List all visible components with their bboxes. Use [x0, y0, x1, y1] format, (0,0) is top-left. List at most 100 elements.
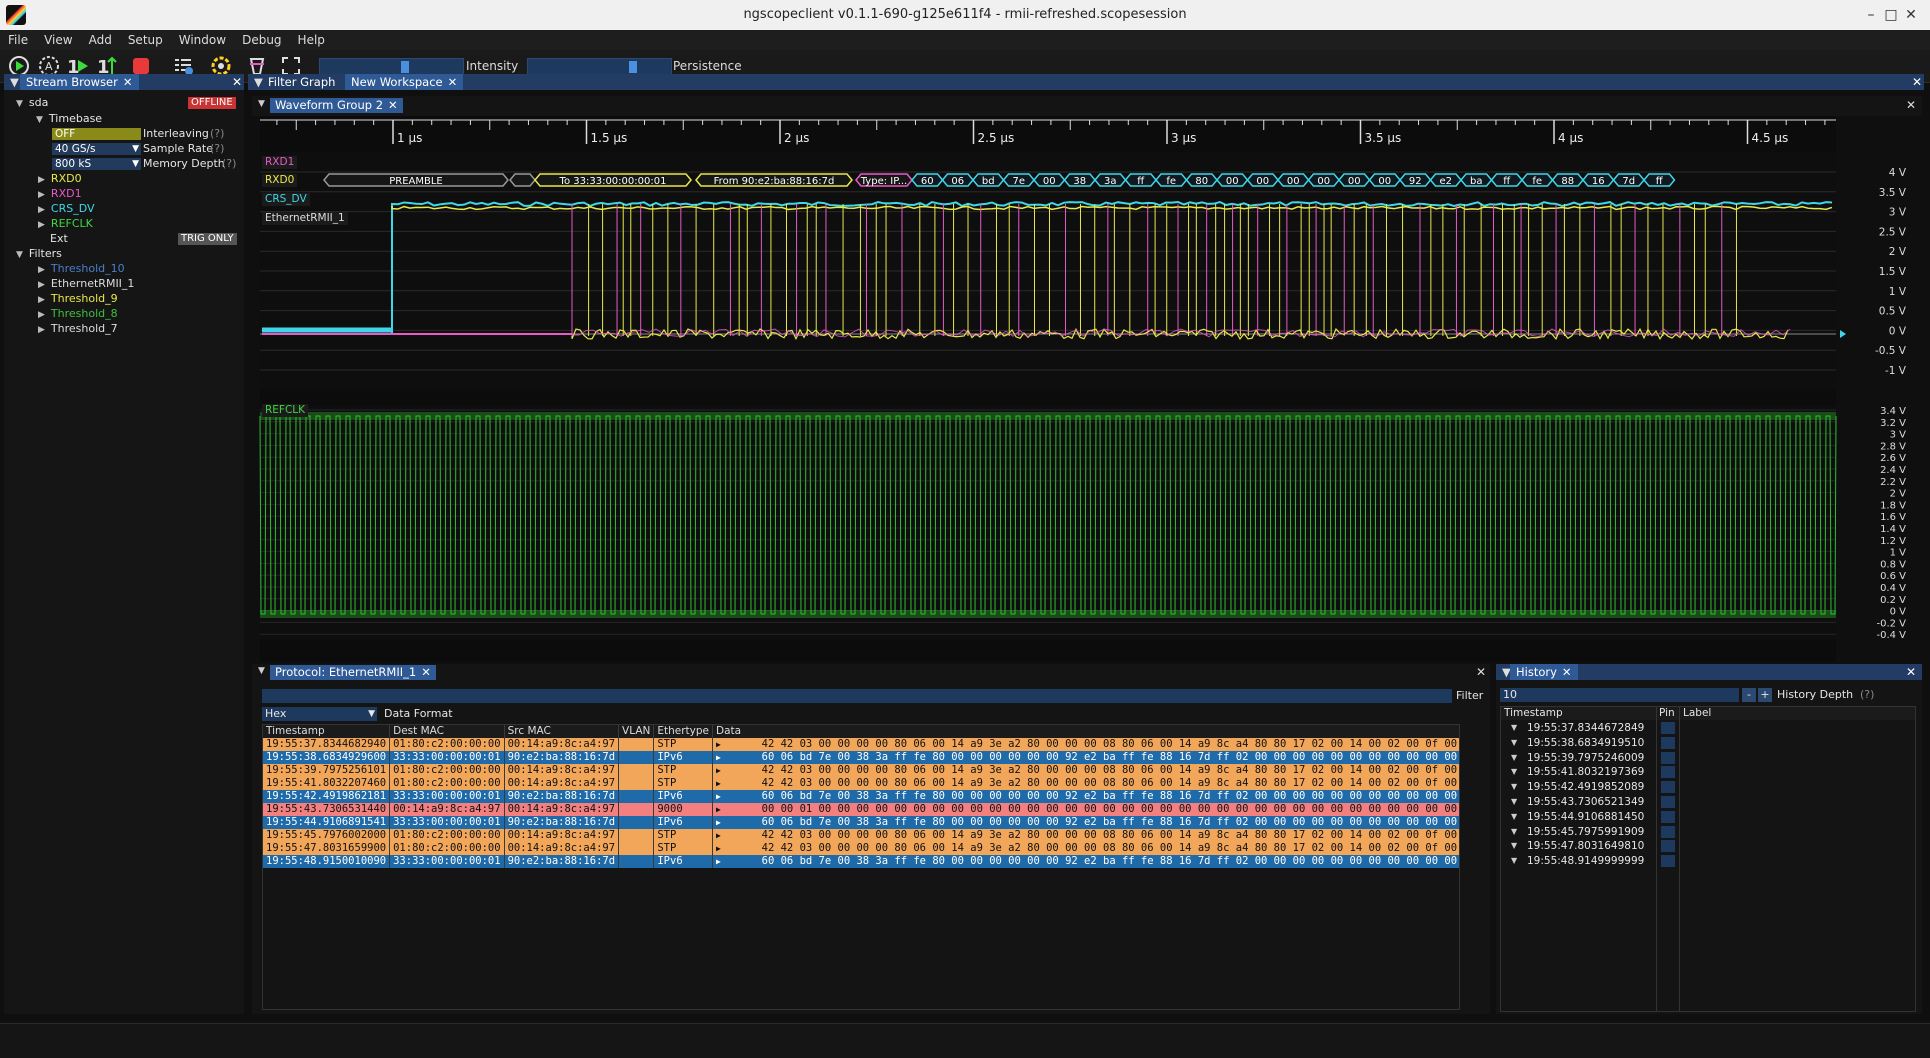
close-icon[interactable]: ✕	[388, 98, 398, 112]
expand-row-icon[interactable]: ▶	[716, 740, 726, 749]
expand-row-icon[interactable]: ▶	[716, 844, 726, 853]
menu-window[interactable]: Window	[171, 30, 234, 50]
table-row[interactable]: 19:55:37.8344682940 01:80:c2:00:00:00 00:1…	[263, 738, 1459, 751]
decode-byte[interactable]: ff	[1124, 173, 1157, 187]
channel-rxd0[interactable]: ▶ RXD0	[38, 172, 82, 187]
pin-checkbox[interactable]	[1661, 736, 1675, 749]
close-panel-icon[interactable]: ✕	[1906, 98, 1916, 112]
expand-row-icon[interactable]: ▶	[716, 805, 726, 814]
history-row[interactable]: ▼ 19:55:41.8032197369	[1501, 765, 1915, 779]
filter-threshold-9[interactable]: ▶ Threshold_9	[38, 292, 118, 307]
decode-byte[interactable]: fe	[1155, 173, 1188, 187]
history-row[interactable]: ▼ 19:55:48.9149999999	[1501, 854, 1915, 868]
table-row[interactable]: 19:55:42.4919862181 33:33:00:00:00:01 90:e…	[263, 790, 1459, 803]
menu-help[interactable]: Help	[290, 30, 333, 50]
expanded-icon[interactable]: ▼	[1511, 765, 1517, 779]
pin-checkbox[interactable]	[1661, 796, 1675, 808]
col-vlan[interactable]: VLAN	[618, 725, 655, 738]
col-ethertype[interactable]: Ethertype	[653, 725, 713, 738]
expand-row-icon[interactable]: ▶	[716, 831, 726, 840]
decode-byte[interactable]: 00	[1033, 173, 1066, 187]
maximize-button[interactable]: □	[1882, 6, 1900, 24]
menu-file[interactable]: File	[0, 30, 36, 50]
decode-byte[interactable]: 06	[941, 173, 974, 187]
data-format-dropdown[interactable]: Hex ▼	[262, 707, 377, 721]
history-row[interactable]: ▼ 19:55:45.7975991909	[1501, 825, 1915, 839]
history-row[interactable]: ▼ 19:55:43.7306521349	[1501, 795, 1915, 809]
intensity-slider-knob[interactable]	[401, 61, 409, 73]
decode-byte[interactable]: ff	[1490, 173, 1523, 187]
interleaving-field[interactable]: OFF	[52, 128, 141, 140]
history-row[interactable]: ▼ 19:55:44.9106881450	[1501, 810, 1915, 824]
channel-ext[interactable]: Ext	[50, 232, 68, 246]
expanded-icon[interactable]: ▼	[1511, 825, 1517, 839]
expand-row-icon[interactable]: ▶	[716, 792, 726, 801]
col-timestamp[interactable]: Timestamp	[1504, 707, 1563, 720]
help-icon[interactable]: (?)	[222, 157, 236, 171]
close-panel-icon[interactable]: ✕	[1476, 665, 1486, 679]
tab-stream-browser[interactable]: Stream Browser ✕	[20, 74, 139, 90]
decode-byte[interactable]: 7d	[1612, 173, 1645, 187]
menu-view[interactable]: View	[36, 30, 80, 50]
history-row[interactable]: ▼ 19:55:38.6834919510	[1501, 736, 1915, 750]
decode-byte[interactable]: 3a	[1094, 173, 1127, 187]
help-icon[interactable]: (?)	[210, 127, 224, 141]
decode-byte[interactable]: 16	[1582, 173, 1615, 187]
col-dest-mac[interactable]: Dest MAC	[389, 725, 505, 738]
pin-checkbox[interactable]	[1661, 810, 1675, 823]
time-ruler[interactable]: 1 µs 1.5 µs 2 µs 2.5 µs 3 µs 3.5 µs 4 µs 4.5 µs	[260, 116, 1836, 150]
table-row[interactable]: 19:55:47.8031659900 01:80:c2:00:00:00 00:1…	[263, 842, 1459, 855]
history-depth-input[interactable]: 10	[1500, 688, 1739, 702]
decode-byte[interactable]: 00	[1338, 173, 1371, 187]
pin-checkbox[interactable]	[1661, 722, 1675, 734]
pin-checkbox[interactable]	[1661, 751, 1675, 764]
instrument-node[interactable]: ▼ sda	[16, 96, 48, 111]
help-icon[interactable]: (?)	[210, 142, 224, 156]
trace-label-rxd0[interactable]: RXD0	[262, 174, 298, 187]
expanded-icon[interactable]: ▼	[1511, 751, 1517, 765]
expanded-icon[interactable]: ▼	[1511, 839, 1517, 853]
decode-src[interactable]: From 90:e2:ba:88:16:7d	[695, 173, 853, 187]
decode-byte[interactable]: 00	[1368, 173, 1401, 187]
decode-byte[interactable]: 00	[1277, 173, 1310, 187]
close-panel-icon[interactable]: ✕	[232, 74, 242, 90]
history-row[interactable]: ▼ 19:55:47.8031649810	[1501, 839, 1915, 853]
tab-filter-graph[interactable]: Filter Graph	[262, 74, 341, 90]
pin-checkbox[interactable]	[1661, 781, 1675, 794]
decode-byte[interactable]: 7e	[1002, 173, 1035, 187]
expand-row-icon[interactable]: ▶	[716, 779, 726, 788]
history-row[interactable]: ▼ 19:55:37.8344672849	[1501, 721, 1915, 735]
table-row[interactable]: 19:55:41.8032207460 01:80:c2:00:00:00 00:1…	[263, 777, 1459, 790]
protocol-decode-row[interactable]: PREAMBLE To 33:33:00:00:00:01 From 90:e2:b…	[323, 173, 1676, 187]
col-data[interactable]: Data	[712, 725, 1459, 738]
minimize-button[interactable]: –	[1862, 6, 1880, 24]
decode-byte[interactable]: ba	[1460, 173, 1493, 187]
expand-row-icon[interactable]: ▶	[716, 818, 726, 827]
decode-dest[interactable]: To 33:33:00:00:00:01	[534, 173, 692, 187]
decode-preamble[interactable]: PREAMBLE	[323, 173, 509, 187]
decode-byte[interactable]: 38	[1063, 173, 1096, 187]
decode-byte[interactable]: 92	[1399, 173, 1432, 187]
filter-threshold-10[interactable]: ▶ Threshold_10	[38, 262, 125, 277]
decode-byte[interactable]: e2	[1429, 173, 1462, 187]
memory-depth-dropdown[interactable]: 800 kS ▼	[52, 158, 141, 170]
decode-type[interactable]: Type: IP...	[855, 173, 913, 187]
decode-byte[interactable]: 60	[911, 173, 944, 187]
trace-label-crs-dv[interactable]: CRS_DV	[262, 193, 310, 206]
timebase-node[interactable]: ▼ Timebase	[36, 112, 102, 127]
decode-byte[interactable]: bd	[972, 173, 1005, 187]
decode-byte[interactable]: 00	[1307, 173, 1340, 187]
close-icon[interactable]: ✕	[448, 75, 458, 89]
close-panel-icon[interactable]: ✕	[1912, 74, 1922, 90]
close-panel-icon[interactable]: ✕	[1906, 664, 1916, 680]
table-row[interactable]: 19:55:44.9106891541 33:33:00:00:00:01 90:e…	[263, 816, 1459, 829]
panel-menu-icon[interactable]: ▼	[258, 99, 265, 109]
close-icon[interactable]: ✕	[1562, 665, 1572, 679]
help-icon[interactable]: (?)	[1860, 688, 1874, 702]
tab-waveform-group[interactable]: Waveform Group 2 ✕	[270, 98, 403, 113]
channel-refclk[interactable]: ▶ REFCLK	[38, 217, 93, 232]
history-depth-increment[interactable]: +	[1758, 688, 1772, 702]
filter-input[interactable]	[262, 689, 1452, 703]
expand-row-icon[interactable]: ▶	[716, 753, 726, 762]
close-icon[interactable]: ✕	[421, 665, 431, 679]
